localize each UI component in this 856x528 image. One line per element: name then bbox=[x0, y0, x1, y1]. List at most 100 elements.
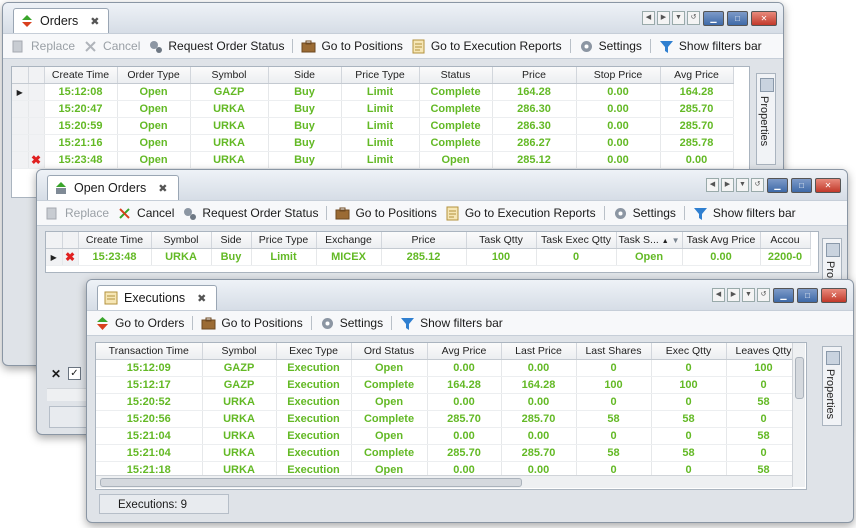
restore-layout-icon[interactable]: ↺ bbox=[751, 178, 764, 192]
close-tab-icon[interactable]: ✖ bbox=[197, 292, 206, 305]
column-header[interactable]: Transaction Time bbox=[96, 343, 203, 360]
clear-filter-icon[interactable]: ✕ bbox=[51, 367, 61, 381]
request-status-button[interactable]: Request Order Status bbox=[148, 39, 284, 54]
close-window-button[interactable]: ✕ bbox=[821, 288, 847, 303]
table-row[interactable]: 15:21:04 URKA Execution Open 0.00 0.00 0… bbox=[96, 427, 802, 445]
column-header[interactable]: Task Exec Qtty bbox=[536, 232, 617, 249]
column-header[interactable]: Symbol bbox=[190, 67, 269, 84]
tab-orders[interactable]: Orders ✖ bbox=[13, 8, 109, 33]
tab-open-orders[interactable]: Open Orders ✖ bbox=[47, 175, 179, 200]
column-header[interactable]: Create Time bbox=[44, 67, 118, 84]
prev-tab-icon[interactable]: ◀ bbox=[642, 11, 655, 25]
prev-tab-icon[interactable]: ◀ bbox=[706, 178, 719, 192]
table-row[interactable]: 15:12:09 GAZP Execution Open 0.00 0.00 0… bbox=[96, 359, 802, 377]
table-row[interactable]: 15:12:17 GAZP Execution Complete 164.28 … bbox=[96, 376, 802, 394]
show-filters-button[interactable]: Show filters bar bbox=[659, 39, 762, 54]
maximize-button[interactable]: □ bbox=[727, 11, 748, 26]
replace-button[interactable]: Replace bbox=[45, 206, 109, 221]
show-filters-button[interactable]: Show filters bar bbox=[693, 206, 796, 221]
column-filter-icon[interactable]: ▼ bbox=[672, 236, 680, 245]
table-row[interactable]: 15:21:16 Open URKA Buy Limit Complete 28… bbox=[12, 134, 734, 152]
next-tab-icon[interactable]: ▶ bbox=[727, 288, 740, 302]
column-header[interactable]: Side bbox=[211, 232, 252, 249]
go-to-positions-button[interactable]: Go to Positions bbox=[201, 316, 303, 331]
filter-enabled-checkbox[interactable]: ✓ bbox=[68, 367, 81, 380]
table-row[interactable]: ▶ 15:12:08 Open GAZP Buy Limit Complete … bbox=[12, 83, 734, 101]
column-header[interactable]: Task Avg Price bbox=[682, 232, 761, 249]
go-to-positions-button[interactable]: Go to Positions bbox=[335, 206, 437, 221]
column-header[interactable]: Task S... ▲ ▼ bbox=[616, 232, 683, 249]
executions-titlebar[interactable]: Executions ✖ ◀ ▶ ▼ ↺ ▁ □ ✕ bbox=[87, 280, 853, 310]
column-header[interactable]: Side bbox=[268, 67, 342, 84]
next-tab-icon[interactable]: ▶ bbox=[657, 11, 670, 25]
go-to-exec-reports-button[interactable]: Go to Execution Reports bbox=[445, 206, 596, 221]
maximize-button[interactable]: □ bbox=[797, 288, 818, 303]
column-header[interactable]: Price bbox=[492, 67, 577, 84]
column-header[interactable]: Price Type bbox=[251, 232, 317, 249]
properties-panel-tab[interactable]: Prope bbox=[822, 238, 842, 290]
tab-list-icon[interactable]: ▼ bbox=[672, 11, 685, 25]
tab-executions[interactable]: Executions ✖ bbox=[97, 285, 217, 310]
column-header[interactable]: Price Type bbox=[341, 67, 420, 84]
go-to-orders-button[interactable]: Go to Orders bbox=[95, 316, 184, 331]
properties-panel-tab[interactable]: Properties bbox=[756, 73, 776, 165]
minimize-button[interactable]: ▁ bbox=[703, 11, 724, 26]
settings-button[interactable]: Settings bbox=[613, 206, 676, 221]
table-row[interactable]: 15:20:56 URKA Execution Complete 285.70 … bbox=[96, 410, 802, 428]
column-header[interactable]: Status bbox=[419, 67, 493, 84]
table-row[interactable]: ▶ ✖ 15:23:48 URKA Buy Limit MICEX 285.12… bbox=[46, 248, 811, 266]
column-header[interactable]: Symbol bbox=[151, 232, 212, 249]
column-header[interactable]: Symbol bbox=[202, 343, 277, 360]
cancel-order-icon[interactable]: ✖ bbox=[62, 248, 79, 266]
request-status-button[interactable]: Request Order Status bbox=[182, 206, 318, 221]
close-tab-icon[interactable]: ✖ bbox=[90, 15, 99, 28]
close-tab-icon[interactable]: ✖ bbox=[158, 182, 167, 195]
table-row[interactable]: 15:20:52 URKA Execution Open 0.00 0.00 0… bbox=[96, 393, 802, 411]
column-header[interactable]: Price bbox=[381, 232, 467, 249]
column-header[interactable]: Stop Price bbox=[576, 67, 661, 84]
prev-tab-icon[interactable]: ◀ bbox=[712, 288, 725, 302]
table-row[interactable]: 15:20:47 Open URKA Buy Limit Complete 28… bbox=[12, 100, 734, 118]
cancel-order-icon[interactable]: ✖ bbox=[28, 151, 45, 169]
column-header[interactable]: Last Shares bbox=[576, 343, 652, 360]
column-header[interactable]: Exec Qtty bbox=[651, 343, 727, 360]
scrollbar-thumb[interactable] bbox=[795, 357, 804, 399]
minimize-button[interactable]: ▁ bbox=[773, 288, 794, 303]
open-orders-titlebar[interactable]: Open Orders ✖ ◀ ▶ ▼ ↺ ▁ □ ✕ bbox=[37, 170, 847, 200]
orders-titlebar[interactable]: Orders ✖ ◀ ▶ ▼ ↺ ▁ □ ✕ bbox=[3, 3, 783, 33]
close-window-button[interactable]: ✕ bbox=[815, 178, 841, 193]
maximize-button[interactable]: □ bbox=[791, 178, 812, 193]
tab-list-icon[interactable]: ▼ bbox=[742, 288, 755, 302]
cancel-button[interactable]: Cancel bbox=[83, 39, 140, 54]
column-header[interactable]: Ord Status bbox=[351, 343, 428, 360]
show-filters-button[interactable]: Show filters bar bbox=[400, 316, 503, 331]
go-to-exec-reports-button[interactable]: Go to Execution Reports bbox=[411, 39, 562, 54]
column-header[interactable]: Leaves Qtty bbox=[726, 343, 802, 360]
scrollbar-thumb[interactable] bbox=[100, 478, 522, 487]
column-header[interactable]: Create Time bbox=[78, 232, 152, 249]
column-header[interactable]: Exchange bbox=[316, 232, 382, 249]
column-header[interactable]: Accou bbox=[760, 232, 811, 249]
go-to-positions-button[interactable]: Go to Positions bbox=[301, 39, 403, 54]
column-header[interactable]: Order Type bbox=[117, 67, 191, 84]
column-header[interactable]: Last Price bbox=[501, 343, 577, 360]
column-header[interactable]: Avg Price bbox=[660, 67, 734, 84]
replace-button[interactable]: Replace bbox=[11, 39, 75, 54]
close-window-button[interactable]: ✕ bbox=[751, 11, 777, 26]
column-header[interactable]: Avg Price bbox=[427, 343, 502, 360]
column-header[interactable]: Exec Type bbox=[276, 343, 352, 360]
table-row[interactable]: ✖ 15:23:48 Open URKA Buy Limit Open 285.… bbox=[12, 151, 734, 169]
table-row[interactable]: 15:21:04 URKA Execution Complete 285.70 … bbox=[96, 444, 802, 462]
tab-list-icon[interactable]: ▼ bbox=[736, 178, 749, 192]
horizontal-scrollbar[interactable] bbox=[47, 388, 87, 401]
restore-layout-icon[interactable]: ↺ bbox=[687, 11, 700, 25]
cancel-button[interactable]: Cancel bbox=[117, 206, 174, 221]
column-header[interactable]: Task Qtty bbox=[466, 232, 537, 249]
next-tab-icon[interactable]: ▶ bbox=[721, 178, 734, 192]
vertical-scrollbar[interactable] bbox=[792, 343, 805, 487]
settings-button[interactable]: Settings bbox=[579, 39, 642, 54]
minimize-button[interactable]: ▁ bbox=[767, 178, 788, 193]
properties-panel-tab[interactable]: Properties bbox=[822, 346, 842, 426]
horizontal-scrollbar[interactable] bbox=[96, 475, 792, 488]
restore-layout-icon[interactable]: ↺ bbox=[757, 288, 770, 302]
